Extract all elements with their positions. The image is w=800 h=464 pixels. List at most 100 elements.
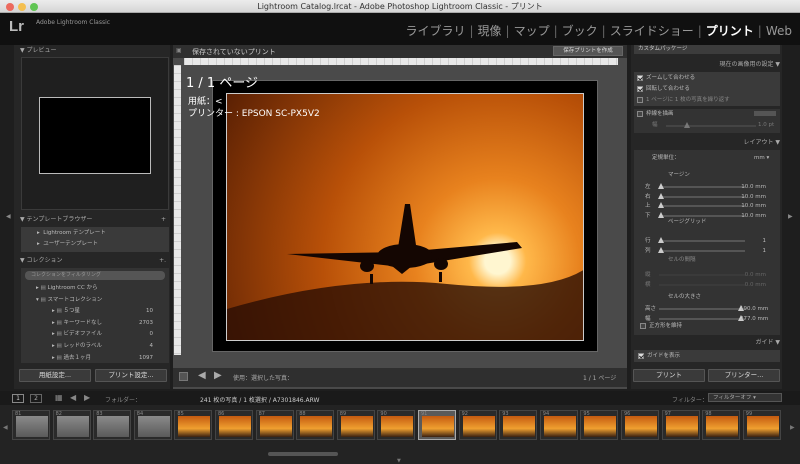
module-tab[interactable]: Web — [766, 24, 792, 38]
filmstrip-thumbnail[interactable]: 83 — [93, 410, 132, 440]
slider-knob[interactable] — [657, 202, 664, 209]
template-folder-user[interactable]: ▸ ユーザーテンプレート — [37, 239, 98, 249]
filmstrip-thumbnail[interactable]: 99 — [742, 410, 781, 440]
collection-item[interactable]: ▸ ▤ ５つ星 10 — [52, 306, 155, 316]
filmstrip-thumbnail[interactable]: 92 — [458, 410, 497, 440]
filmstrip-scroll-right-icon[interactable]: ▶ — [790, 424, 795, 431]
checkbox[interactable] — [637, 96, 643, 103]
layout-slider[interactable] — [657, 246, 745, 253]
secondary-window-button[interactable]: 2 — [30, 394, 42, 403]
image-setting-checkbox[interactable]: 1 ページに 1 枚の写真を繰り返す — [637, 95, 730, 105]
filmstrip-thumbnail[interactable]: 93 — [499, 410, 538, 440]
module-tab[interactable]: スライドショー — [610, 24, 694, 38]
stroke-width-slider[interactable] — [666, 122, 756, 128]
left-panel-collapse-icon[interactable]: ◀ — [6, 213, 11, 220]
filmstrip-thumbnail[interactable]: 84 — [133, 410, 172, 440]
collections-filter-input[interactable]: コレクションをフィルタリング — [25, 271, 165, 280]
slider-knob[interactable] — [657, 192, 664, 199]
layout-slider[interactable] — [659, 305, 745, 311]
layout-slider[interactable] — [659, 314, 745, 321]
stop-icon[interactable] — [179, 372, 188, 381]
filmstrip-thumbnail[interactable]: 97 — [661, 410, 700, 440]
filmstrip-collapse-icon[interactable]: ▼ — [397, 458, 401, 464]
previous-page-icon[interactable]: ◀ — [198, 370, 206, 381]
filter-select[interactable]: フィルターオフ ▾ — [708, 393, 782, 402]
layout-slider[interactable] — [657, 183, 745, 189]
use-selector[interactable]: 使用：選択した写真： — [233, 373, 293, 382]
module-tab[interactable]: 現像 — [478, 24, 502, 38]
collection-item[interactable]: ▾ ▤ スマートコレクション — [36, 295, 155, 305]
guides-header[interactable]: ガイド ▼ — [700, 338, 780, 348]
custom-package-header[interactable]: カスタムパッケージ — [634, 45, 780, 54]
layout-slider[interactable] — [657, 212, 745, 219]
image-setting-checkbox[interactable]: 回転して合わせる — [637, 84, 690, 94]
collection-item[interactable]: ▸ ▤ ビデオファイル 0 — [52, 329, 155, 339]
photo-count[interactable]: 241 枚の写真 / 1 枚選択 / A7301846.ARW — [200, 395, 319, 404]
collection-item[interactable]: ▸ ▤ Lightroom CC から — [36, 283, 155, 293]
save-print-button[interactable]: 保存プリントを作成 — [553, 46, 623, 56]
preview-header[interactable]: ▼ プレビュー — [20, 46, 57, 56]
filmstrip-thumbnail[interactable]: 94 — [539, 410, 578, 440]
image-setting-checkbox[interactable]: ズームして合わせる — [637, 73, 695, 83]
stroke-checkbox[interactable]: 枠線を描画 — [637, 109, 674, 119]
forward-icon[interactable]: ▶ — [84, 393, 90, 402]
print-button[interactable]: プリント — [633, 369, 705, 382]
layout-slider[interactable] — [657, 237, 745, 243]
module-tab[interactable]: ライブラリ — [405, 24, 465, 38]
layout-slider[interactable] — [657, 202, 745, 209]
printer-button[interactable]: プリンター... — [708, 369, 780, 382]
stroke-color-swatch[interactable] — [754, 111, 776, 116]
filmstrip-thumbnail[interactable]: 95 — [580, 410, 619, 440]
layout-slider[interactable] — [659, 283, 745, 286]
show-guides-checkbox[interactable]: ガイドを表示 — [638, 351, 680, 361]
next-page-icon[interactable]: ▶ — [214, 370, 222, 381]
filmstrip-thumbnail[interactable]: 81 — [12, 410, 50, 440]
collection-item[interactable]: ▸ ▤ キーワードなし 2703 — [52, 318, 155, 328]
filmstrip-thumbnail[interactable]: 91 — [418, 410, 456, 440]
filmstrip-thumbnail[interactable]: 87 — [255, 410, 294, 440]
primary-window-button[interactable]: 1 — [12, 394, 24, 403]
filmstrip-scroll-left-icon[interactable]: ◀ — [3, 424, 8, 431]
collection-item[interactable]: ▸ ▤ レッドのラベル 4 — [52, 341, 155, 351]
slider-value: 190.0 mm — [740, 306, 769, 312]
template-folder-lightroom[interactable]: ▸ Lightroom テンプレート — [37, 228, 106, 238]
page-setup-button[interactable]: 用紙設定... — [19, 369, 91, 382]
collections-header[interactable]: ▼ コレクション +. — [20, 256, 170, 266]
filmstrip-thumbnail[interactable]: 89 — [336, 410, 375, 440]
slider-knob[interactable] — [657, 212, 664, 219]
minimize-window-button[interactable] — [18, 3, 26, 11]
template-browser-header[interactable]: ▼ テンプレートブラウザー + — [20, 215, 170, 225]
filmstrip-thumbnail[interactable]: 82 — [52, 410, 91, 440]
photo[interactable] — [226, 93, 584, 341]
filmstrip-thumbnail[interactable]: 88 — [296, 410, 335, 440]
filmstrip-thumbnail[interactable]: 96 — [621, 410, 659, 440]
slider-knob[interactable] — [657, 237, 664, 243]
layout-slider[interactable] — [659, 274, 745, 276]
filmstrip-thumbnail[interactable]: 90 — [377, 410, 416, 440]
thumbnail-image — [625, 416, 657, 437]
slider-knob[interactable] — [657, 246, 664, 253]
print-settings-button[interactable]: プリント設定... — [95, 369, 167, 382]
lightroom-logo: Lr — [9, 18, 24, 35]
filmstrip-thumbnail[interactable]: 85 — [174, 410, 213, 440]
filmstrip-scrollbar[interactable] — [268, 452, 338, 456]
zoom-window-button[interactable] — [30, 3, 38, 11]
close-window-button[interactable] — [6, 3, 14, 11]
module-tab[interactable]: ブック — [562, 24, 598, 38]
slider-knob[interactable] — [657, 183, 664, 189]
checkbox[interactable] — [637, 85, 643, 92]
layout-slider[interactable] — [657, 192, 745, 199]
collection-item[interactable]: ▸ ▤ 過去１ヶ月 1097 — [52, 353, 155, 363]
thumbnail-image — [746, 416, 779, 437]
filmstrip-thumbnail[interactable]: 98 — [702, 410, 741, 440]
right-panel-collapse-icon[interactable]: ▶ — [788, 213, 793, 220]
filmstrip-thumbnail[interactable]: 86 — [215, 410, 253, 440]
checkbox[interactable] — [637, 74, 643, 81]
module-tab[interactable]: マップ — [514, 24, 550, 38]
image-settings-header[interactable]: 現在の画像用の設定 ▼ — [700, 60, 780, 70]
ruler-units-select[interactable]: mm ▾ — [754, 153, 769, 163]
back-icon[interactable]: ◀ — [70, 393, 76, 402]
module-tab[interactable]: プリント — [706, 24, 754, 38]
grid-view-icon[interactable]: ▦ — [55, 393, 63, 402]
layout-header[interactable]: レイアウト ▼ — [700, 138, 780, 148]
